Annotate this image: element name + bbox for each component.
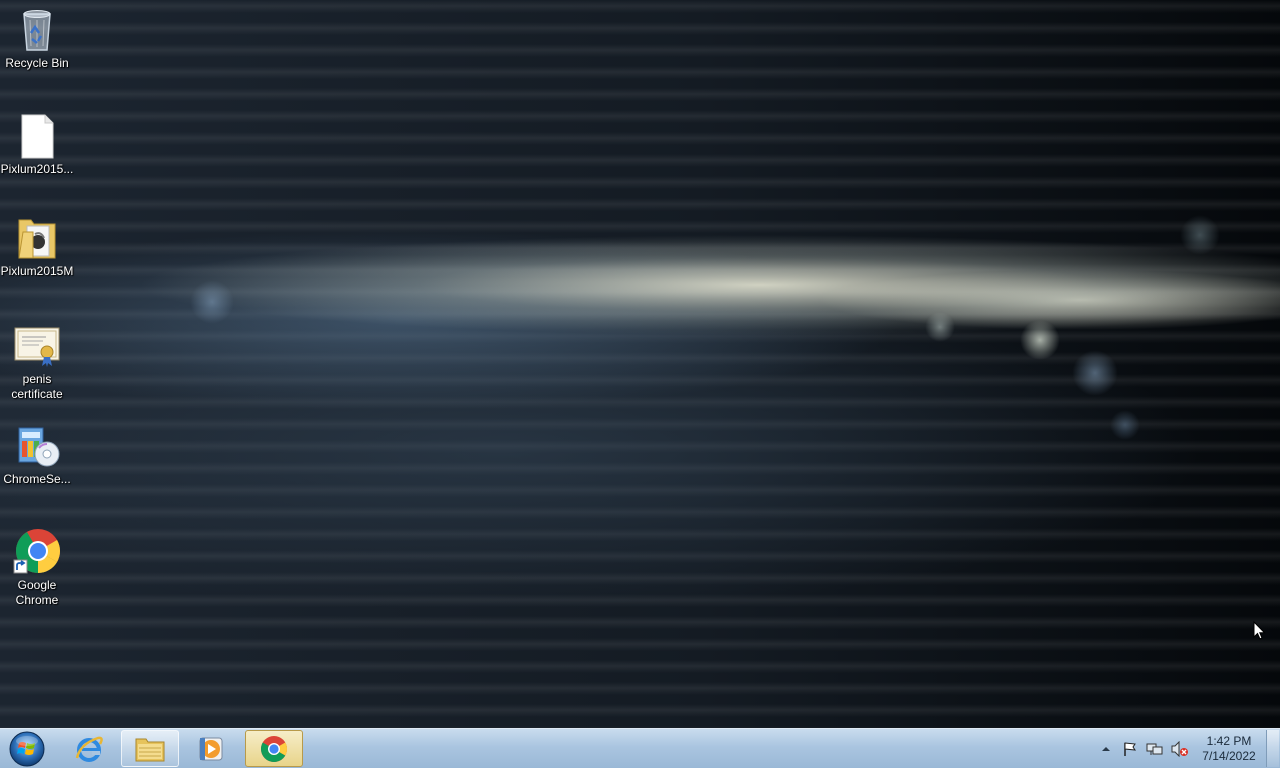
mouse-cursor-icon <box>1253 620 1267 641</box>
start-button[interactable] <box>4 730 50 768</box>
desktop-icon-recycle-bin[interactable]: Recycle Bin <box>0 6 74 71</box>
chrome-shortcut-icon <box>13 528 61 576</box>
internet-explorer-icon <box>75 736 103 762</box>
desktop-icon-pixlum-file[interactable]: Pixlum2015... <box>0 112 74 177</box>
taskbar: 1:42 PM 7/14/2022 <box>0 728 1280 768</box>
show-desktop-button[interactable] <box>1266 730 1279 767</box>
taskbar-button-windows-media-player[interactable] <box>182 730 240 767</box>
wallpaper-bokeh <box>190 280 234 324</box>
desktop-icon-label: Pixlum2015M <box>0 264 74 278</box>
network-icon[interactable] <box>1146 741 1163 757</box>
media-player-icon <box>199 737 223 760</box>
clock-time: 1:42 PM <box>1206 734 1252 748</box>
show-hidden-icons-arrow[interactable] <box>1100 741 1116 757</box>
taskbar-button-internet-explorer[interactable] <box>60 730 118 767</box>
desktop-icon-label: penis certificate <box>11 372 63 401</box>
taskbar-button-google-chrome[interactable] <box>245 730 303 767</box>
wallpaper-bokeh <box>1110 410 1140 440</box>
installer-icon <box>13 422 61 470</box>
recycle-bin-icon <box>13 6 61 54</box>
desktop-icon-google-chrome[interactable]: Google Chrome <box>0 528 74 608</box>
taskbar-clock[interactable]: 1:42 PM 7/14/2022 <box>1196 734 1262 764</box>
desktop-icon-certificate[interactable]: penis certificate <box>0 322 74 402</box>
folder-icon <box>13 214 61 262</box>
wallpaper-bokeh <box>925 312 955 342</box>
chrome-icon <box>260 735 288 762</box>
wallpaper-bokeh <box>1020 320 1060 360</box>
volume-muted-icon[interactable] <box>1171 740 1188 758</box>
desktop-icon-chrome-setup[interactable]: ChromeSe... <box>0 422 74 487</box>
desktop-icon-label: Pixlum2015... <box>0 162 74 176</box>
taskbar-button-windows-explorer[interactable] <box>121 730 179 767</box>
file-explorer-icon <box>135 738 165 761</box>
windows-orb-icon <box>9 731 45 767</box>
wallpaper-bokeh <box>1072 350 1118 396</box>
desktop-background[interactable]: Recycle Bin Pixlum2015... Pixlum2015M pe… <box>0 0 1280 728</box>
desktop-icon-label: Google Chrome <box>15 578 59 607</box>
action-center-flag-icon[interactable] <box>1122 741 1138 757</box>
desktop-icon-pixlum-folder[interactable]: Pixlum2015M <box>0 214 74 279</box>
clock-date: 7/14/2022 <box>1202 749 1256 763</box>
wallpaper-bokeh <box>1180 215 1220 255</box>
desktop-icon-label: Recycle Bin <box>5 56 69 70</box>
desktop-icon-label: ChromeSe... <box>3 472 71 486</box>
certificate-icon <box>13 322 61 370</box>
blank-file-icon <box>13 112 61 160</box>
